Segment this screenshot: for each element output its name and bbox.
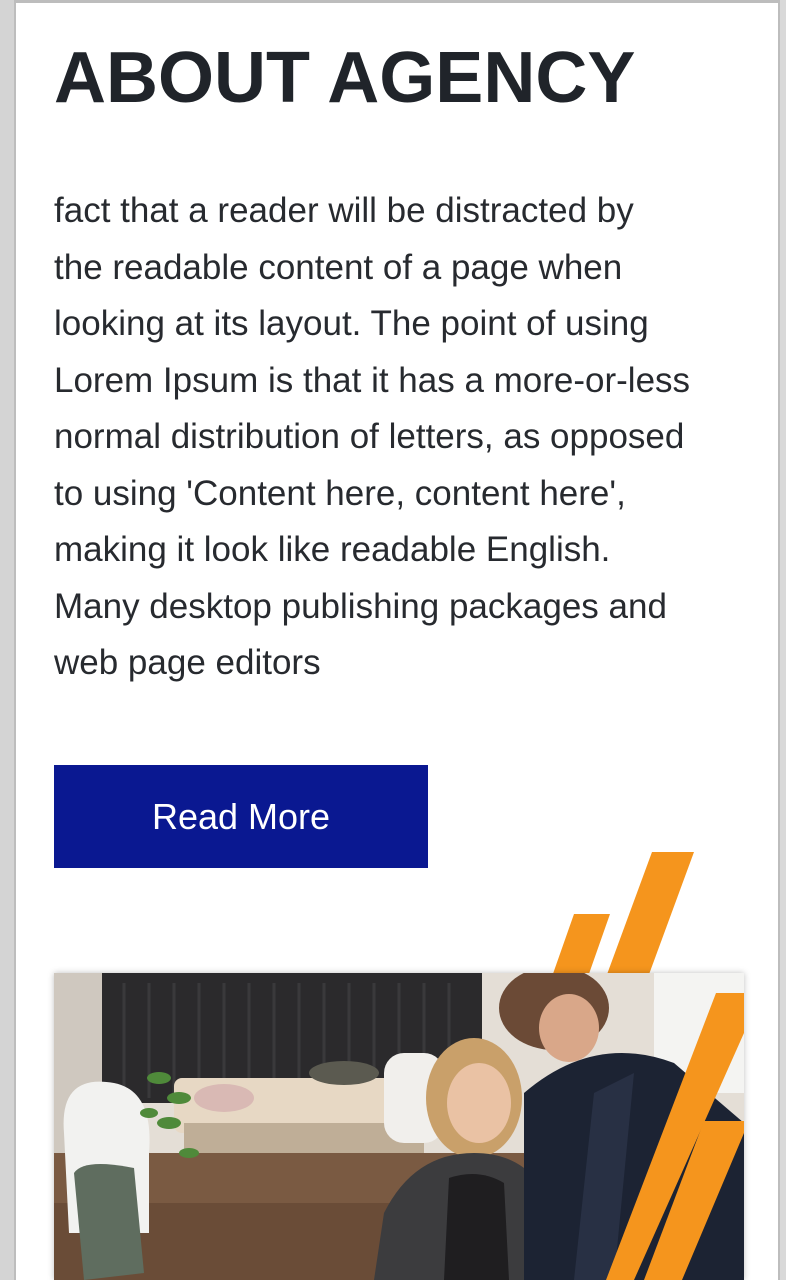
paragraph-line: looking at its layout. The point of usin… [54, 304, 649, 343]
paragraph-line: the readable content of a page when [54, 247, 623, 287]
paragraph-line: web page editors [54, 643, 321, 682]
paragraph-line: to using 'Content here, content here', [54, 473, 626, 513]
paragraph-line: fact that a reader will be distracted by [54, 191, 634, 230]
paragraph-line: making it look like readable English. [54, 530, 611, 569]
paragraph-line: Lorem Ipsum is that it has a more-or-les… [54, 360, 691, 400]
office-photo-illustration [54, 973, 744, 1280]
section-title: ABOUT AGENCY [54, 38, 636, 118]
window-top-border [0, 0, 786, 3]
paragraph-line: normal distribution of letters, as oppos… [54, 417, 685, 456]
about-paragraph: fact that a reader will be distracted by… [54, 183, 754, 692]
read-more-button[interactable]: Read More [54, 765, 428, 868]
paragraph-line: Many desktop publishing packages and [54, 586, 667, 626]
orange-stripes-decoration [548, 852, 694, 988]
office-photo [54, 973, 744, 1280]
right-frame-edge [778, 0, 786, 1280]
left-frame-edge [0, 0, 16, 1280]
